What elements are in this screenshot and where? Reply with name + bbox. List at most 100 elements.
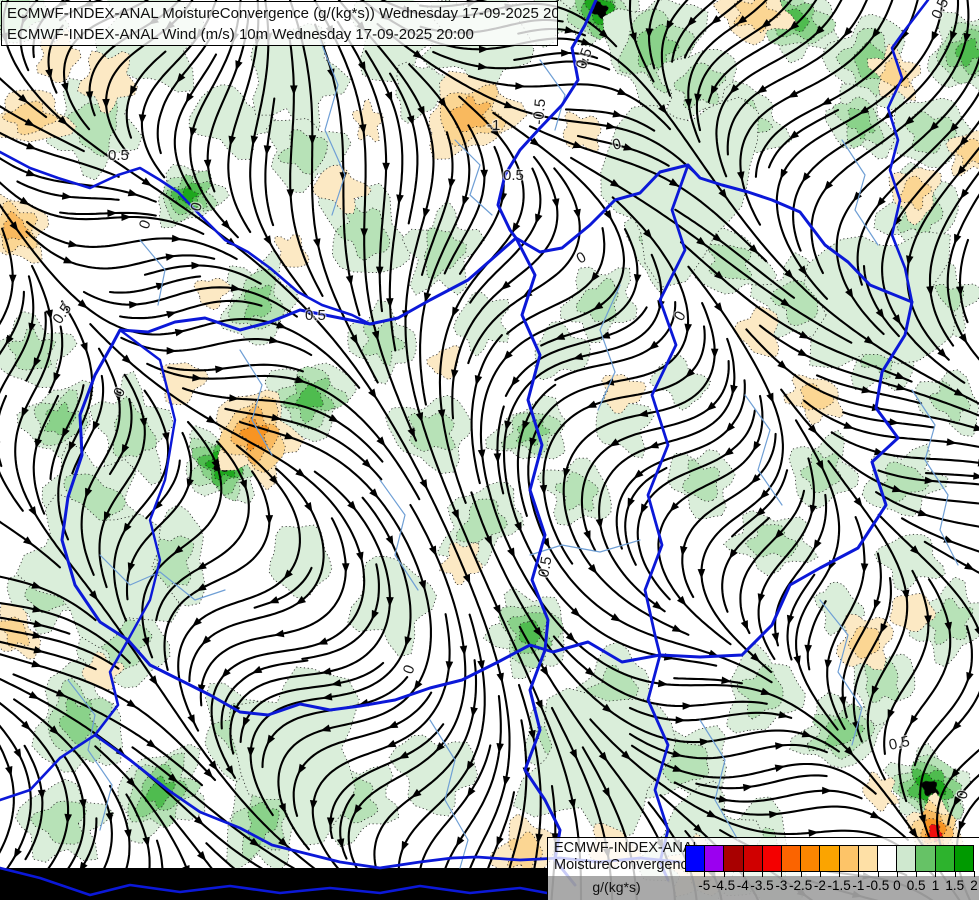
streamline-arrowhead [551,198,560,209]
streamline-arrowhead [368,388,377,399]
legend-tick-label: -1 [852,878,865,893]
legend-swatch-5 [781,846,801,871]
legend-tick [858,871,860,877]
legend-swatch-0 [686,846,705,871]
legend-colorbar [685,845,974,872]
streamline [25,230,216,270]
moisture-divergence-blob-contour [733,305,780,358]
legend-swatch-13 [934,846,954,871]
streamline-arrowhead [766,392,774,404]
contour-label: 0.5 [108,147,129,164]
legend-tick-label: 1 [931,878,940,893]
streamline-arrowhead [684,323,692,334]
streamline-arrowhead [166,311,177,319]
bottom-black-band [0,868,547,900]
streamline-arrowhead [804,644,812,655]
legend-title-line2: MoistureConvergence [554,857,696,873]
legend-swatch-11 [896,846,916,871]
streamline-arrowhead [931,31,939,42]
streamline-arrowhead [80,342,88,353]
streamline-arrowhead [493,453,502,464]
streamline-arrowhead [265,515,274,526]
legend-tick-label: 0.5 [906,878,926,893]
streamline-arrowhead [966,671,974,683]
streamline-arrowhead [165,253,176,261]
legend-tick-label: 1.5 [945,878,965,893]
river [454,139,493,216]
streamline-arrowhead [515,82,526,90]
legend-tick-label: -3 [775,878,788,893]
streamline-arrowhead [682,702,693,710]
streamline-arrowhead [675,716,686,724]
weather-map: 0.5 0 0.5 -1 -0.5 0.5 0.5 0 0 0.5 0 0.5 0 0.5 0 0 0.5 0 E… [0,0,979,900]
streamline-arrowhead [413,680,423,691]
contour-label: 0.5 [503,167,524,184]
streamline-arrowhead [740,620,749,631]
legend-tick-label: 2 [970,878,978,893]
streamline-arrowhead [127,189,139,197]
streamline-arrowhead [341,563,350,574]
contour-label: 0 [400,663,419,677]
contour-label: -0.5 [530,98,549,125]
streamline-arrowhead [561,49,572,57]
contour-label: 0.5 [305,307,326,324]
legend-tick-label: -1.5 [827,878,851,893]
streamline-arrowhead [627,497,635,509]
contour-label: 0.5 [535,555,555,578]
streamline-arrowhead [470,706,478,718]
legend-tick-label: -4 [736,878,749,893]
streamline-arrowhead [540,666,549,677]
contour-label: 0 [574,249,590,268]
legend-tick-label: -0.5 [866,878,890,893]
streamline-arrowhead [121,213,132,221]
contour-label: -1 [487,117,500,134]
river [841,139,879,246]
streamline-arrowhead [973,472,979,480]
legend-tick [954,871,956,877]
legend-tick-label: -4.5 [711,878,736,893]
streamline-arrowhead [742,783,754,792]
legend-title-line1: ECMWF-INDEX-ANAL [554,840,701,856]
streamline-arrowhead [28,506,37,517]
legend: ECMWF-INDEX-ANAL MoistureConvergence g/(… [547,837,979,900]
legend-tick-label: 0 [893,878,901,893]
legend-tick [916,871,918,877]
streamline-arrowhead [28,691,40,700]
streamline-arrowhead [401,840,409,852]
legend-tick [781,871,783,877]
streamline [0,394,8,468]
streamline-arrowhead [780,168,788,180]
streamline-arrowhead [9,274,17,285]
streamline-arrowhead [466,787,476,798]
streamline-arrowhead [462,195,470,207]
streamline-arrowhead [5,766,13,777]
streamline-arrowhead [480,169,488,180]
streamline-arrowhead [63,256,74,264]
streamline-arrowhead [13,748,22,760]
streamline-arrowhead [53,372,61,383]
streamline-arrowhead [385,535,394,546]
streamline-arrowhead [166,347,177,355]
streamline [25,220,238,261]
streamline-arrowhead [822,786,833,795]
streamline-arrowhead [507,547,515,559]
streamline-arrowhead [964,562,975,571]
legend-tick [742,871,744,877]
map-canvas: 0.500.5-1-0.50.50.5000.500.500.5000.50 [0,0,979,900]
streamline-arrowhead [756,84,767,94]
streamline-arrowhead [191,261,202,270]
streamline-arrowhead [821,97,832,106]
streamline-arrowhead [870,810,881,819]
streamline-arrowhead [960,188,970,200]
streamline-arrowhead [141,177,152,187]
legend-swatch-10 [877,846,897,871]
streamline-arrowhead [512,222,521,233]
map-title-overlay: ECMWF-INDEX-ANAL MoistureConvergence (g/… [1,1,558,46]
streamline-arrowhead [640,503,649,515]
streamline-arrowhead [493,604,501,616]
map-title-line2: ECMWF-INDEX-ANAL Wind (m/s) 10m Wednesda… [7,26,474,43]
moisture-convergence-blob-contour [347,556,438,658]
streamline-arrowhead [206,415,217,424]
legend-swatch-3 [742,846,762,871]
streamline-arrowhead [671,624,683,633]
